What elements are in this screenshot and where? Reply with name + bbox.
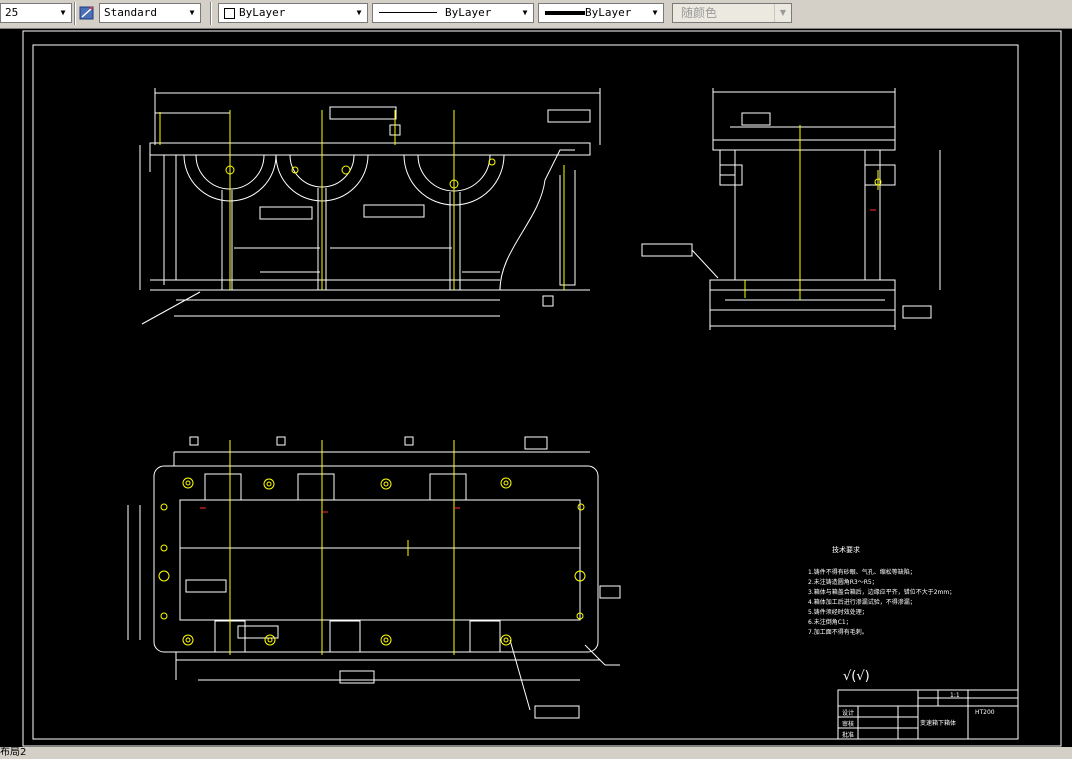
drawing-canvas[interactable]: 技术要求 1.铸件不得有砂眼、气孔、缩松等缺陷； 2.未注铸造圆角R3～R5； … <box>0 29 1072 747</box>
side-view <box>641 88 941 330</box>
note-line: 1.铸件不得有砂眼、气孔、缩松等缺陷； <box>808 568 916 576</box>
linetype-combo[interactable]: ByLayer ▼ <box>372 3 534 23</box>
dimension-style-value: Standard <box>104 6 157 19</box>
part-name: 变速箱下箱体 <box>920 719 956 727</box>
chevron-down-icon[interactable]: ▼ <box>351 4 367 22</box>
notes-title: 技术要求 <box>832 545 860 554</box>
note-line: 2.未注铸造圆角R3～R5； <box>808 578 878 586</box>
plot-style-combo: 随颜色 ▼ <box>672 3 792 23</box>
technical-notes: 技术要求 1.铸件不得有砂眼、气孔、缩松等缺陷； 2.未注铸造圆角R3～R5； … <box>808 545 955 684</box>
dimension-style-combo[interactable]: Standard ▼ <box>99 3 201 23</box>
note-line: 5.铸件须经时效处理； <box>808 608 868 616</box>
design-label: 设计 <box>842 709 854 717</box>
layout-tab[interactable]: 布局2 <box>0 747 26 759</box>
color-swatch-icon <box>224 8 235 19</box>
chevron-down-icon[interactable]: ▼ <box>517 4 533 22</box>
toolbar-separator <box>210 2 212 25</box>
approve-label: 批准 <box>842 731 854 739</box>
lineweight-preview-icon <box>545 11 585 15</box>
layer-combo[interactable]: ByLayer ▼ <box>218 3 368 23</box>
scale-label: 1:1 <box>950 692 960 699</box>
toolbar-separator <box>74 2 76 25</box>
dimension-style-icon[interactable] <box>79 5 95 21</box>
note-line: 7.加工面不得有毛刺。 <box>808 628 868 636</box>
lineweight-combo[interactable]: ByLayer ▼ <box>538 3 664 23</box>
lineweight-value: ByLayer <box>585 6 632 19</box>
cad-drawing: 技术要求 1.铸件不得有砂眼、气孔、缩松等缺陷； 2.未注铸造圆角R3～R5； … <box>22 30 1062 747</box>
inner-frame <box>32 44 1019 740</box>
properties-toolbar: 25 ▼ Standard ▼ ByLayer ▼ ByLayer ▼ ByLa… <box>0 0 1072 29</box>
layer-value: ByLayer <box>239 6 286 19</box>
note-line: 6.未注倒角C1； <box>808 618 852 626</box>
linetype-value: ByLayer <box>445 6 492 19</box>
note-line: 3.箱体与箱盖合箱后，边缘应平齐，错位不大于2mm； <box>808 588 955 596</box>
text-style-combo[interactable]: 25 ▼ <box>0 3 72 23</box>
roughness-symbol: √(√) <box>843 669 870 684</box>
layout-tab-bar: 布局2 <box>0 747 1072 759</box>
outer-frame <box>22 30 1062 747</box>
plot-style-value: 随颜色 <box>681 6 718 20</box>
text-style-value: 25 <box>5 6 19 19</box>
chevron-down-icon[interactable]: ▼ <box>55 4 71 22</box>
front-view <box>139 88 601 325</box>
linetype-preview-icon <box>379 12 437 13</box>
chevron-down-icon[interactable]: ▼ <box>647 4 663 22</box>
chevron-down-icon[interactable]: ▼ <box>184 4 200 22</box>
material-label: HT200 <box>975 709 995 716</box>
plan-view <box>127 436 621 719</box>
note-line: 4.箱体加工后进行渗漏试验，不得渗漏； <box>808 598 916 606</box>
check-label: 审核 <box>842 720 854 728</box>
chevron-down-icon: ▼ <box>774 4 791 22</box>
